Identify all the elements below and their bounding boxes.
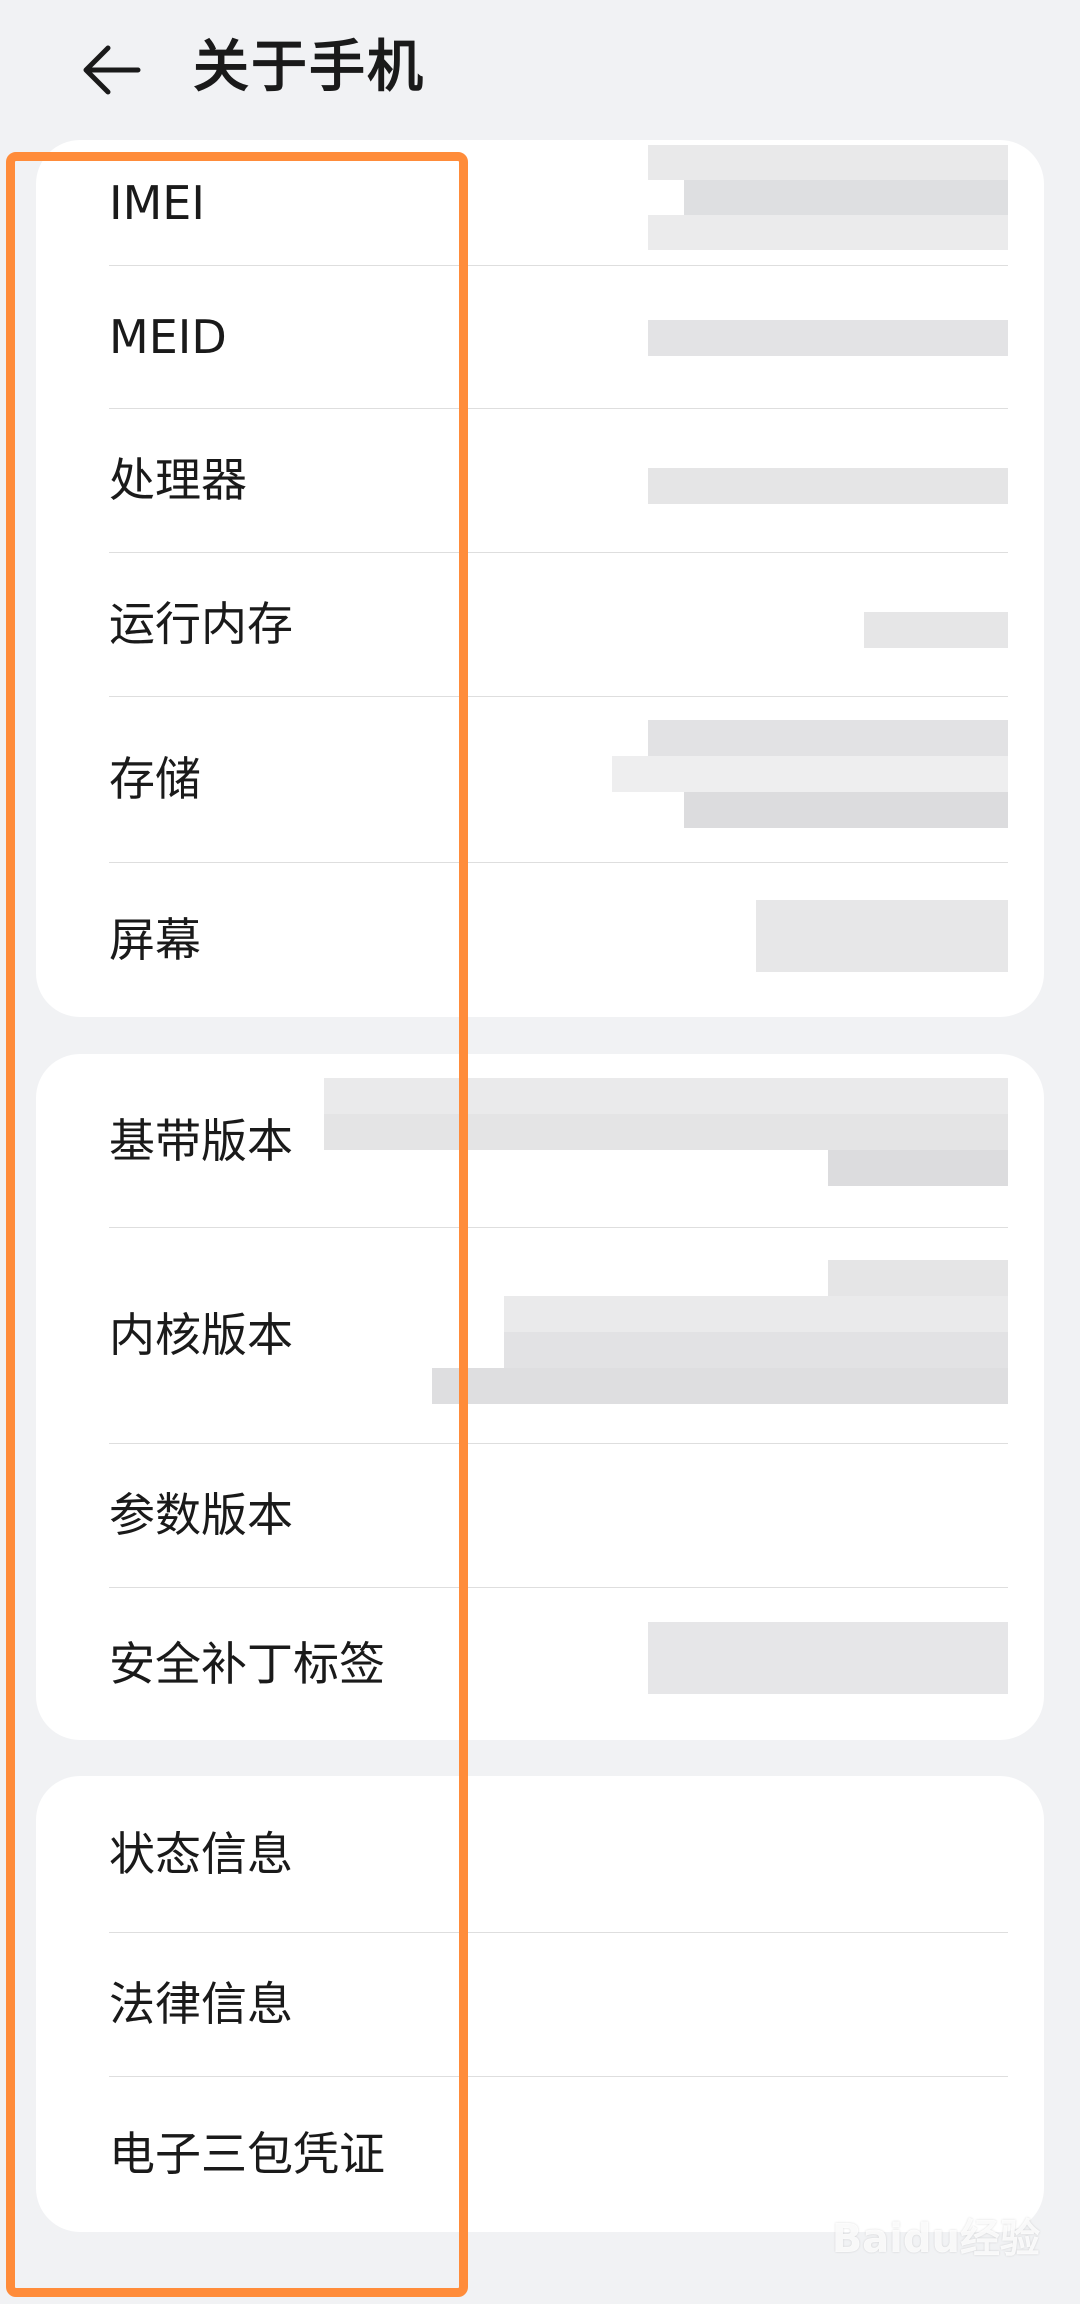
arrow-left-icon xyxy=(83,45,141,95)
blurred-value xyxy=(648,468,1008,504)
divider xyxy=(109,2076,1008,2077)
row-label: 法律信息 xyxy=(109,1977,293,2031)
divider xyxy=(109,1443,1008,1444)
divider xyxy=(109,696,1008,697)
blurred-value xyxy=(648,145,1008,250)
row-status-info[interactable]: 状态信息 xyxy=(72,1776,1008,1932)
blurred-value xyxy=(648,320,1008,356)
row-label: 安全补丁标签 xyxy=(109,1636,385,1691)
row-label: IMEI xyxy=(109,175,205,230)
row-label: 内核版本 xyxy=(109,1308,293,1362)
device-info-card: IMEI MEID 处理器 运行内存 存储 屏幕 xyxy=(36,140,1044,1017)
blurred-value xyxy=(432,1260,1008,1404)
row-label: 运行内存 xyxy=(109,597,293,651)
row-label: 基带版本 xyxy=(109,1113,293,1168)
back-button[interactable] xyxy=(70,30,150,110)
divider xyxy=(109,862,1008,863)
blurred-value xyxy=(612,720,1008,828)
divider xyxy=(109,552,1008,553)
divider xyxy=(109,1932,1008,1933)
blurred-value xyxy=(864,612,1008,648)
divider xyxy=(109,1587,1008,1588)
blurred-value xyxy=(756,900,1008,972)
top-bar: 关于手机 xyxy=(0,0,1080,140)
divider xyxy=(109,1227,1008,1228)
version-info-card: 基带版本 内核版本 参数版本 安全补丁标签 xyxy=(36,1054,1044,1740)
row-label: 电子三包凭证 xyxy=(109,2127,385,2181)
row-label: 参数版本 xyxy=(109,1488,293,1542)
row-label: 处理器 xyxy=(109,453,247,507)
row-parameter-version[interactable]: 参数版本 xyxy=(72,1443,1008,1587)
row-label: MEID xyxy=(109,309,227,364)
row-label: 屏幕 xyxy=(109,912,201,967)
other-info-card: 状态信息 法律信息 电子三包凭证 xyxy=(36,1776,1044,2232)
watermark-text: Baidu经验 xyxy=(831,2216,1040,2262)
divider xyxy=(109,408,1008,409)
row-label: 存储 xyxy=(109,752,201,806)
row-legal-info[interactable]: 法律信息 xyxy=(72,1932,1008,2076)
row-label: 状态信息 xyxy=(109,1827,293,1881)
blurred-value xyxy=(648,1622,1008,1694)
divider xyxy=(109,265,1008,266)
blurred-value xyxy=(324,1078,1008,1186)
page-title: 关于手机 xyxy=(193,35,425,100)
